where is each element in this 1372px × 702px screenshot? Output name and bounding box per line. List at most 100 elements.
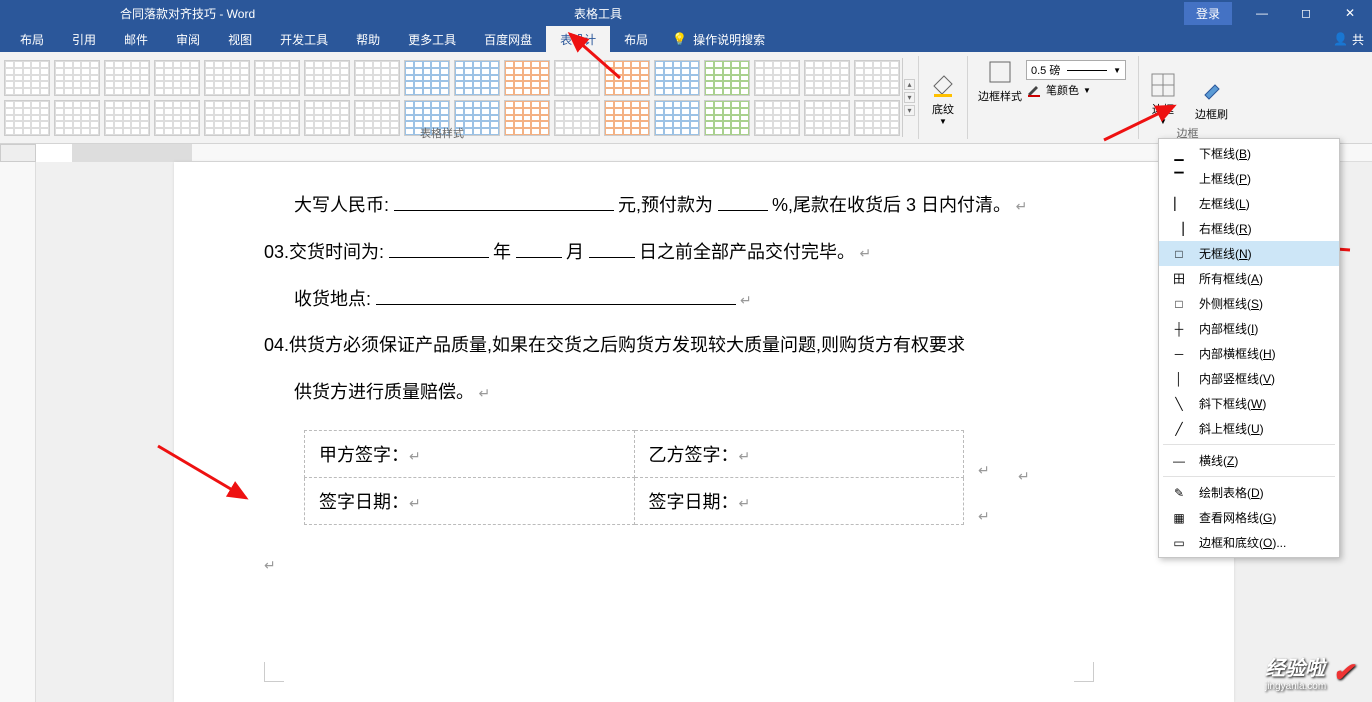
tab-moretools[interactable]: 更多工具 bbox=[394, 26, 470, 52]
table-style[interactable] bbox=[804, 60, 850, 96]
border-menu-item[interactable]: 田所有框线(A) bbox=[1159, 266, 1339, 291]
bulb-icon: 💡 bbox=[672, 32, 687, 46]
table-style[interactable] bbox=[504, 60, 550, 96]
para-mark-icon: ↵ bbox=[1016, 198, 1028, 215]
gallery-more[interactable]: ▴▾▾ bbox=[902, 58, 916, 137]
pen-color-button[interactable]: 笔颜色 ▼ bbox=[1026, 82, 1126, 98]
menu-item-label: 边框和底纹(O)... bbox=[1199, 534, 1286, 551]
table-style[interactable] bbox=[104, 100, 150, 136]
table-row: 甲方签字：↵ 乙方签字：↵ bbox=[305, 430, 964, 477]
table-style[interactable] bbox=[704, 60, 750, 96]
border-menu-item[interactable]: ╲斜下框线(W) bbox=[1159, 391, 1339, 416]
maximize-button[interactable]: ◻ bbox=[1284, 0, 1328, 26]
table-style[interactable] bbox=[854, 60, 900, 96]
table-style[interactable] bbox=[504, 100, 550, 136]
menu-item-label: 上框线(P) bbox=[1199, 170, 1251, 187]
minimize-button[interactable]: ― bbox=[1240, 0, 1284, 26]
text: 日之前全部产品交付完毕。 bbox=[639, 242, 855, 262]
table-style[interactable] bbox=[204, 100, 250, 136]
border-style-label: 边框样式 bbox=[978, 88, 1022, 104]
table-style[interactable] bbox=[654, 60, 700, 96]
table-style[interactable] bbox=[454, 60, 500, 96]
border-menu-item[interactable]: ▔上框线(P) bbox=[1159, 166, 1339, 191]
table-style[interactable] bbox=[54, 100, 100, 136]
menu-item-label: 斜下框线(W) bbox=[1199, 395, 1266, 412]
table-style[interactable] bbox=[254, 60, 300, 96]
border-menu-item[interactable]: —横线(Z) bbox=[1159, 448, 1339, 473]
table-style[interactable] bbox=[354, 100, 400, 136]
border-type-icon: 田 bbox=[1169, 271, 1189, 287]
table-style[interactable] bbox=[254, 100, 300, 136]
table-style[interactable] bbox=[354, 60, 400, 96]
tab-baidu[interactable]: 百度网盘 bbox=[470, 26, 546, 52]
table-style[interactable] bbox=[854, 100, 900, 136]
tab-table-layout[interactable]: 布局 bbox=[610, 26, 662, 52]
menu-item-label: 查看网格线(G) bbox=[1199, 509, 1276, 526]
table-style[interactable] bbox=[4, 100, 50, 136]
border-menu-item[interactable]: │内部竖框线(V) bbox=[1159, 366, 1339, 391]
border-menu-item[interactable]: □外侧框线(S) bbox=[1159, 291, 1339, 316]
tab-mailings[interactable]: 邮件 bbox=[110, 26, 162, 52]
border-menu-item[interactable]: ▁下框线(B) bbox=[1159, 141, 1339, 166]
border-menu-item[interactable]: ✎绘制表格(D) bbox=[1159, 480, 1339, 505]
table-style[interactable] bbox=[704, 100, 750, 136]
signature-table[interactable]: 甲方签字：↵ 乙方签字：↵ 签字日期：↵ 签字日期：↵ bbox=[304, 430, 964, 525]
vertical-ruler[interactable] bbox=[0, 162, 36, 702]
paint-bucket-icon bbox=[927, 69, 959, 101]
tab-view[interactable]: 视图 bbox=[214, 26, 266, 52]
table-style[interactable] bbox=[54, 60, 100, 96]
watermark-sub: jingyanla.com bbox=[1265, 681, 1326, 692]
border-style-button[interactable]: 边框样式 bbox=[974, 56, 1026, 104]
border-menu-item[interactable]: ─内部横框线(H) bbox=[1159, 341, 1339, 366]
border-menu-item[interactable]: □ 无框线(N) bbox=[1159, 241, 1339, 266]
login-button[interactable]: 登录 bbox=[1184, 2, 1232, 25]
tab-help[interactable]: 帮助 bbox=[342, 26, 394, 52]
table-style[interactable] bbox=[604, 100, 650, 136]
close-button[interactable]: ✕ bbox=[1328, 0, 1372, 26]
table-style[interactable] bbox=[304, 60, 350, 96]
table-style[interactable] bbox=[554, 60, 600, 96]
table-style[interactable] bbox=[754, 100, 800, 136]
table-style[interactable] bbox=[404, 60, 450, 96]
share-button[interactable]: 👤 共 bbox=[1333, 31, 1364, 48]
border-weight-input[interactable]: 0.5 磅 ▼ bbox=[1026, 60, 1126, 80]
border-type-icon: □ bbox=[1169, 246, 1189, 262]
menu-item-label: 无框线(N) bbox=[1199, 245, 1252, 262]
tab-review[interactable]: 审阅 bbox=[162, 26, 214, 52]
table-style[interactable] bbox=[304, 100, 350, 136]
para-mark-icon: ↵ bbox=[978, 508, 990, 525]
tab-developer[interactable]: 开发工具 bbox=[266, 26, 342, 52]
cell-date-a: 签字日期：↵ bbox=[305, 477, 635, 524]
border-menu-item[interactable]: ▏左框线(L) bbox=[1159, 191, 1339, 216]
document-page[interactable]: 大写人民币: 元,预付款为 %,尾款在收货后 3 日内付清。 ↵ 03.交货时间… bbox=[174, 162, 1234, 702]
table-style[interactable] bbox=[654, 100, 700, 136]
border-menu-item[interactable]: ▕右框线(R) bbox=[1159, 216, 1339, 241]
table-style[interactable] bbox=[104, 60, 150, 96]
table-style[interactable] bbox=[754, 60, 800, 96]
menu-item-label: 内部竖框线(V) bbox=[1199, 370, 1275, 387]
tab-references[interactable]: 引用 bbox=[58, 26, 110, 52]
para-mark-icon: ↵ bbox=[1018, 468, 1030, 485]
border-menu-item[interactable]: ╱斜上框线(U) bbox=[1159, 416, 1339, 441]
table-style[interactable] bbox=[604, 60, 650, 96]
shading-button[interactable]: 底纹 ▼ bbox=[919, 52, 967, 143]
menu-item-label: 左框线(L) bbox=[1199, 195, 1250, 212]
table-style[interactable] bbox=[554, 100, 600, 136]
table-style[interactable] bbox=[804, 100, 850, 136]
table-style[interactable] bbox=[154, 100, 200, 136]
menu-item-label: 下框线(B) bbox=[1199, 145, 1251, 162]
border-type-icon: ▦ bbox=[1169, 510, 1189, 526]
tell-me-search[interactable]: 💡 操作说明搜索 bbox=[672, 31, 765, 48]
border-dropdown-menu: ▁下框线(B)▔上框线(P)▏左框线(L)▕右框线(R) □ 无框线(N) 田所有框线… bbox=[1158, 138, 1340, 558]
table-style[interactable] bbox=[204, 60, 250, 96]
text: 大写人民币: bbox=[294, 195, 389, 215]
tab-layout[interactable]: 布局 bbox=[6, 26, 58, 52]
border-menu-item[interactable]: ┼内部框线(I) bbox=[1159, 316, 1339, 341]
table-style[interactable] bbox=[154, 60, 200, 96]
border-menu-item[interactable]: ▭边框和底纹(O)... bbox=[1159, 530, 1339, 555]
ribbon-tabs: 布局 引用 邮件 审阅 视图 开发工具 帮助 更多工具 百度网盘 表设计 布局 … bbox=[0, 26, 1372, 52]
table-style[interactable] bbox=[4, 60, 50, 96]
border-menu-item[interactable]: ▦ 查看网格线(G) bbox=[1159, 505, 1339, 530]
page-margin-marker bbox=[264, 662, 284, 682]
tab-table-design[interactable]: 表设计 bbox=[546, 26, 610, 52]
